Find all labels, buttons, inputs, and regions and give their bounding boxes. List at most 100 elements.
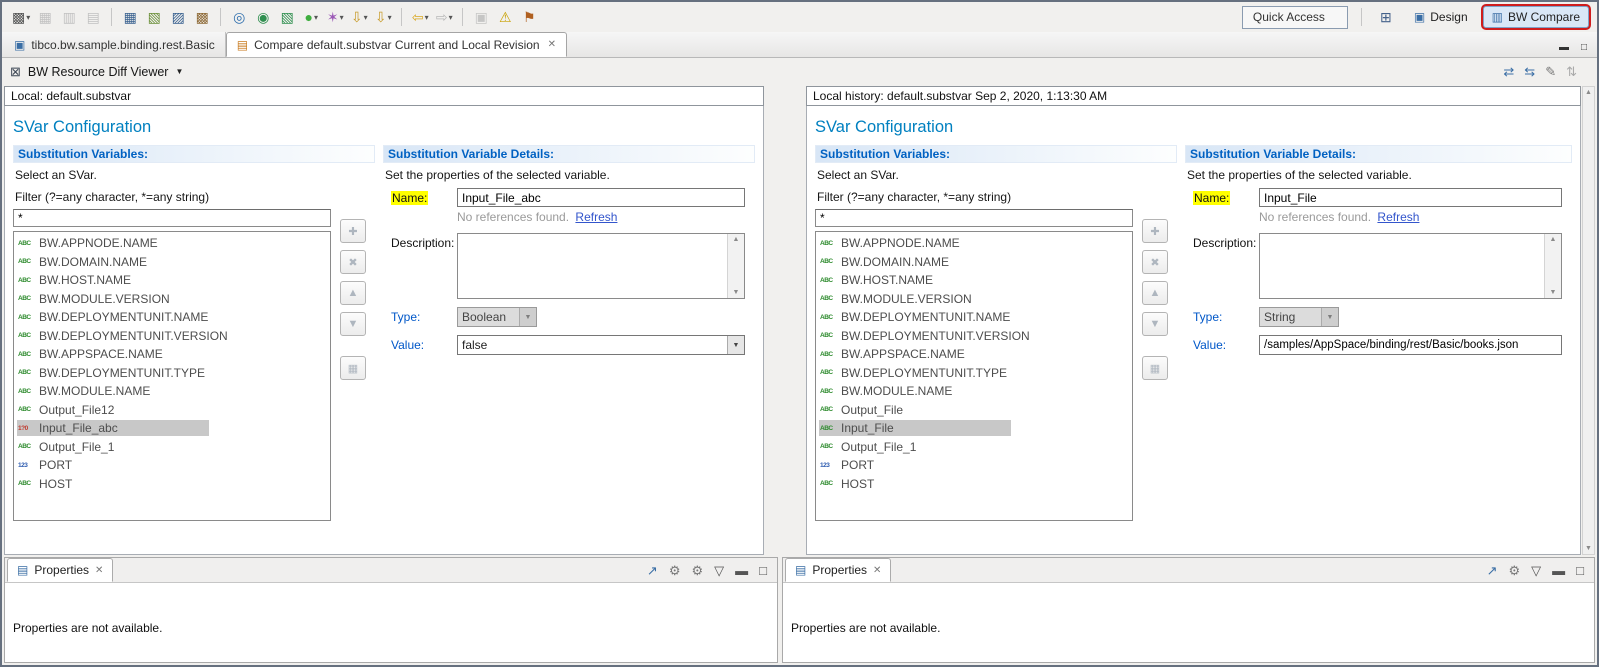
svar-list-item[interactable]: ABC Output_File12 xyxy=(14,401,330,420)
remove-variable-button[interactable]: ✖ xyxy=(340,250,366,274)
svar-list-item[interactable]: ABC Output_File_1 xyxy=(816,438,1132,457)
svar-list-item[interactable]: ABC BW.DOMAIN.NAME xyxy=(14,253,330,272)
svar-list-item[interactable]: ABC BW.MODULE.VERSION xyxy=(816,290,1132,309)
svar-list-item[interactable]: ABC BW.MODULE.NAME xyxy=(816,382,1132,401)
close-icon[interactable]: ✕ xyxy=(548,39,556,50)
refresh-link[interactable]: Refresh xyxy=(575,210,617,224)
add-variable-button[interactable]: ✚ xyxy=(1142,219,1168,243)
back-icon[interactable]: ⇦ ▾ xyxy=(409,6,431,28)
edit-merge-icon[interactable]: ✎ xyxy=(1545,65,1556,78)
svar-list-item[interactable]: ABC HOST xyxy=(14,475,330,494)
type-combo[interactable]: String ▼ xyxy=(1259,307,1339,327)
debug-wand-icon[interactable]: ✶ ▾ xyxy=(324,6,346,28)
tab-compare[interactable]: ▤ Compare default.substvar Current and L… xyxy=(226,32,567,57)
scroll-down-icon[interactable]: ▼ xyxy=(1550,289,1557,296)
svar-list-item[interactable]: ABC BW.DEPLOYMENTUNIT.NAME xyxy=(816,308,1132,327)
close-icon[interactable]: ✕ xyxy=(873,565,881,576)
scrollbar[interactable]: ▲ ▼ xyxy=(727,234,744,298)
svar-list-item[interactable]: ABC BW.APPSPACE.NAME xyxy=(816,345,1132,364)
svar-list-item[interactable]: ABC Input_File xyxy=(816,419,1132,438)
new-bw-module-icon[interactable]: ▧ xyxy=(143,6,165,28)
minimize-icon[interactable]: ▬ xyxy=(1552,564,1565,577)
show-categories-icon[interactable]: ⚙ xyxy=(1508,564,1520,577)
svar-list-item[interactable]: 123 PORT xyxy=(816,456,1132,475)
svar-list-item[interactable]: ABC BW.APPSPACE.NAME xyxy=(14,345,330,364)
description-textarea[interactable]: ▲ ▼ xyxy=(1259,233,1562,299)
svar-list-item[interactable]: ABC Output_File xyxy=(816,401,1132,420)
svar-list[interactable]: ABC BW.APPNODE.NAME ABC BW.DOMAIN.NAME xyxy=(13,231,331,521)
properties-tab[interactable]: ▤ Properties ✕ xyxy=(7,558,113,582)
step-return-icon[interactable]: ⇩ ▾ xyxy=(348,6,370,28)
copy-variable-button[interactable]: ▦ xyxy=(1142,356,1168,380)
chevron-down-icon[interactable]: ▾ xyxy=(388,13,392,22)
detach-view-icon[interactable]: ↗ xyxy=(1487,564,1498,577)
move-up-button[interactable]: ▲ xyxy=(1142,281,1168,305)
new-wizard-icon[interactable]: ▩ ▾ xyxy=(10,6,32,28)
scroll-up-icon[interactable]: ▲ xyxy=(1550,236,1557,243)
chevron-down-icon[interactable]: ▾ xyxy=(364,13,368,22)
step-into-icon[interactable]: ⇩ ▾ xyxy=(372,6,394,28)
scroll-up-icon[interactable]: ▲ xyxy=(733,236,740,243)
description-textarea[interactable]: ▲ ▼ xyxy=(457,233,745,299)
chevron-down-icon[interactable]: ▾ xyxy=(340,13,344,22)
chevron-down-icon[interactable]: ▾ xyxy=(425,13,429,22)
svar-list-item[interactable]: ABC BW.MODULE.NAME xyxy=(14,382,330,401)
chevron-down-icon[interactable]: ▾ xyxy=(26,13,30,22)
next-annotation-icon[interactable]: ⚑ xyxy=(518,6,540,28)
diff-viewer-selector[interactable]: ⊠ BW Resource Diff Viewer ▼ xyxy=(10,64,183,80)
svar-filter-input[interactable] xyxy=(815,209,1133,227)
svar-list-item[interactable]: ABC BW.DEPLOYMENTUNIT.VERSION xyxy=(816,327,1132,346)
svar-list-item[interactable]: ABC Output_File_1 xyxy=(14,438,330,457)
scroll-down-icon[interactable]: ▼ xyxy=(1585,545,1592,552)
svar-list-item[interactable]: ABC BW.HOST.NAME xyxy=(816,271,1132,290)
svar-list-item[interactable]: ABC BW.DEPLOYMENTUNIT.VERSION xyxy=(14,327,330,346)
svar-list-item[interactable]: 123 PORT xyxy=(14,456,330,475)
view-menu-icon[interactable]: ▽ xyxy=(1531,564,1541,577)
bw-compare-perspective-button[interactable]: ▥ BW Compare xyxy=(1483,6,1589,28)
remove-variable-button[interactable]: ✖ xyxy=(1142,250,1168,274)
deployment-chart-icon[interactable]: ▧ xyxy=(276,6,298,28)
maximize-icon[interactable]: □ xyxy=(759,564,767,577)
svar-list-item[interactable]: ABC BW.DEPLOYMENTUNIT.TYPE xyxy=(14,364,330,383)
properties-tab[interactable]: ▤ Properties ✕ xyxy=(785,558,891,582)
copy-changes-icon[interactable]: ⇆ xyxy=(1524,65,1535,78)
svar-list-item[interactable]: ABC BW.DEPLOYMENTUNIT.NAME xyxy=(14,308,330,327)
design-perspective-button[interactable]: ▣ Design xyxy=(1405,6,1477,28)
forward-icon[interactable]: ⇨ ▾ xyxy=(433,6,455,28)
chevron-down-icon[interactable]: ▼ xyxy=(727,336,744,354)
svar-list-item[interactable]: ABC BW.APPNODE.NAME xyxy=(816,234,1132,253)
minimize-icon[interactable]: ▬ xyxy=(1559,42,1569,53)
pin-editor-icon[interactable]: ▣ xyxy=(470,6,492,28)
show-categories-icon[interactable]: ⚙ xyxy=(669,564,681,577)
copy-variable-button[interactable]: ▦ xyxy=(340,356,366,380)
move-down-button[interactable]: ▼ xyxy=(340,312,366,336)
show-advanced-properties-icon[interactable]: ⚙ xyxy=(691,564,703,577)
close-icon[interactable]: ✕ xyxy=(95,565,103,576)
svar-list-item[interactable]: ABC BW.DOMAIN.NAME xyxy=(816,253,1132,272)
svar-list-item[interactable]: ABC HOST xyxy=(816,475,1132,494)
sync-scroll-icon[interactable]: ⇅ xyxy=(1566,65,1577,78)
type-combo[interactable]: Boolean ▼ xyxy=(457,307,537,327)
value-input[interactable] xyxy=(1259,335,1562,355)
scroll-up-icon[interactable]: ▲ xyxy=(1585,89,1592,96)
svar-list[interactable]: ABC BW.APPNODE.NAME ABC BW.DOMAIN.NAME xyxy=(815,231,1133,521)
svar-filter-input[interactable] xyxy=(13,209,331,227)
svar-list-item[interactable]: ABC BW.MODULE.VERSION xyxy=(14,290,330,309)
switch-orientation-icon[interactable]: ⇄ xyxy=(1503,65,1514,78)
save-icon[interactable]: ▦ xyxy=(34,6,56,28)
svar-list-item[interactable]: 1?0 Input_File_abc xyxy=(14,419,330,438)
svar-list-item[interactable]: ABC BW.DEPLOYMENTUNIT.TYPE xyxy=(816,364,1132,383)
save-all-icon[interactable]: ▥ xyxy=(58,6,80,28)
import-export-icon[interactable]: ▩ xyxy=(191,6,213,28)
add-variable-button[interactable]: ✚ xyxy=(340,219,366,243)
chevron-down-icon[interactable]: ▾ xyxy=(314,13,318,22)
print-icon[interactable]: ▤ xyxy=(82,6,104,28)
svar-list-item[interactable]: ABC BW.HOST.NAME xyxy=(14,271,330,290)
tab-basic-project[interactable]: ▣ tibco.bw.sample.binding.rest.Basic xyxy=(4,32,226,57)
new-bw-application-icon[interactable]: ▦ xyxy=(119,6,141,28)
open-perspective-icon[interactable]: ⊞ xyxy=(1375,6,1397,28)
view-menu-icon[interactable]: ▽ xyxy=(714,564,724,577)
svar-list-item[interactable]: ABC BW.APPNODE.NAME xyxy=(14,234,330,253)
new-bw-shared-module-icon[interactable]: ▨ xyxy=(167,6,189,28)
scrollbar[interactable]: ▲ ▼ xyxy=(1544,234,1561,298)
